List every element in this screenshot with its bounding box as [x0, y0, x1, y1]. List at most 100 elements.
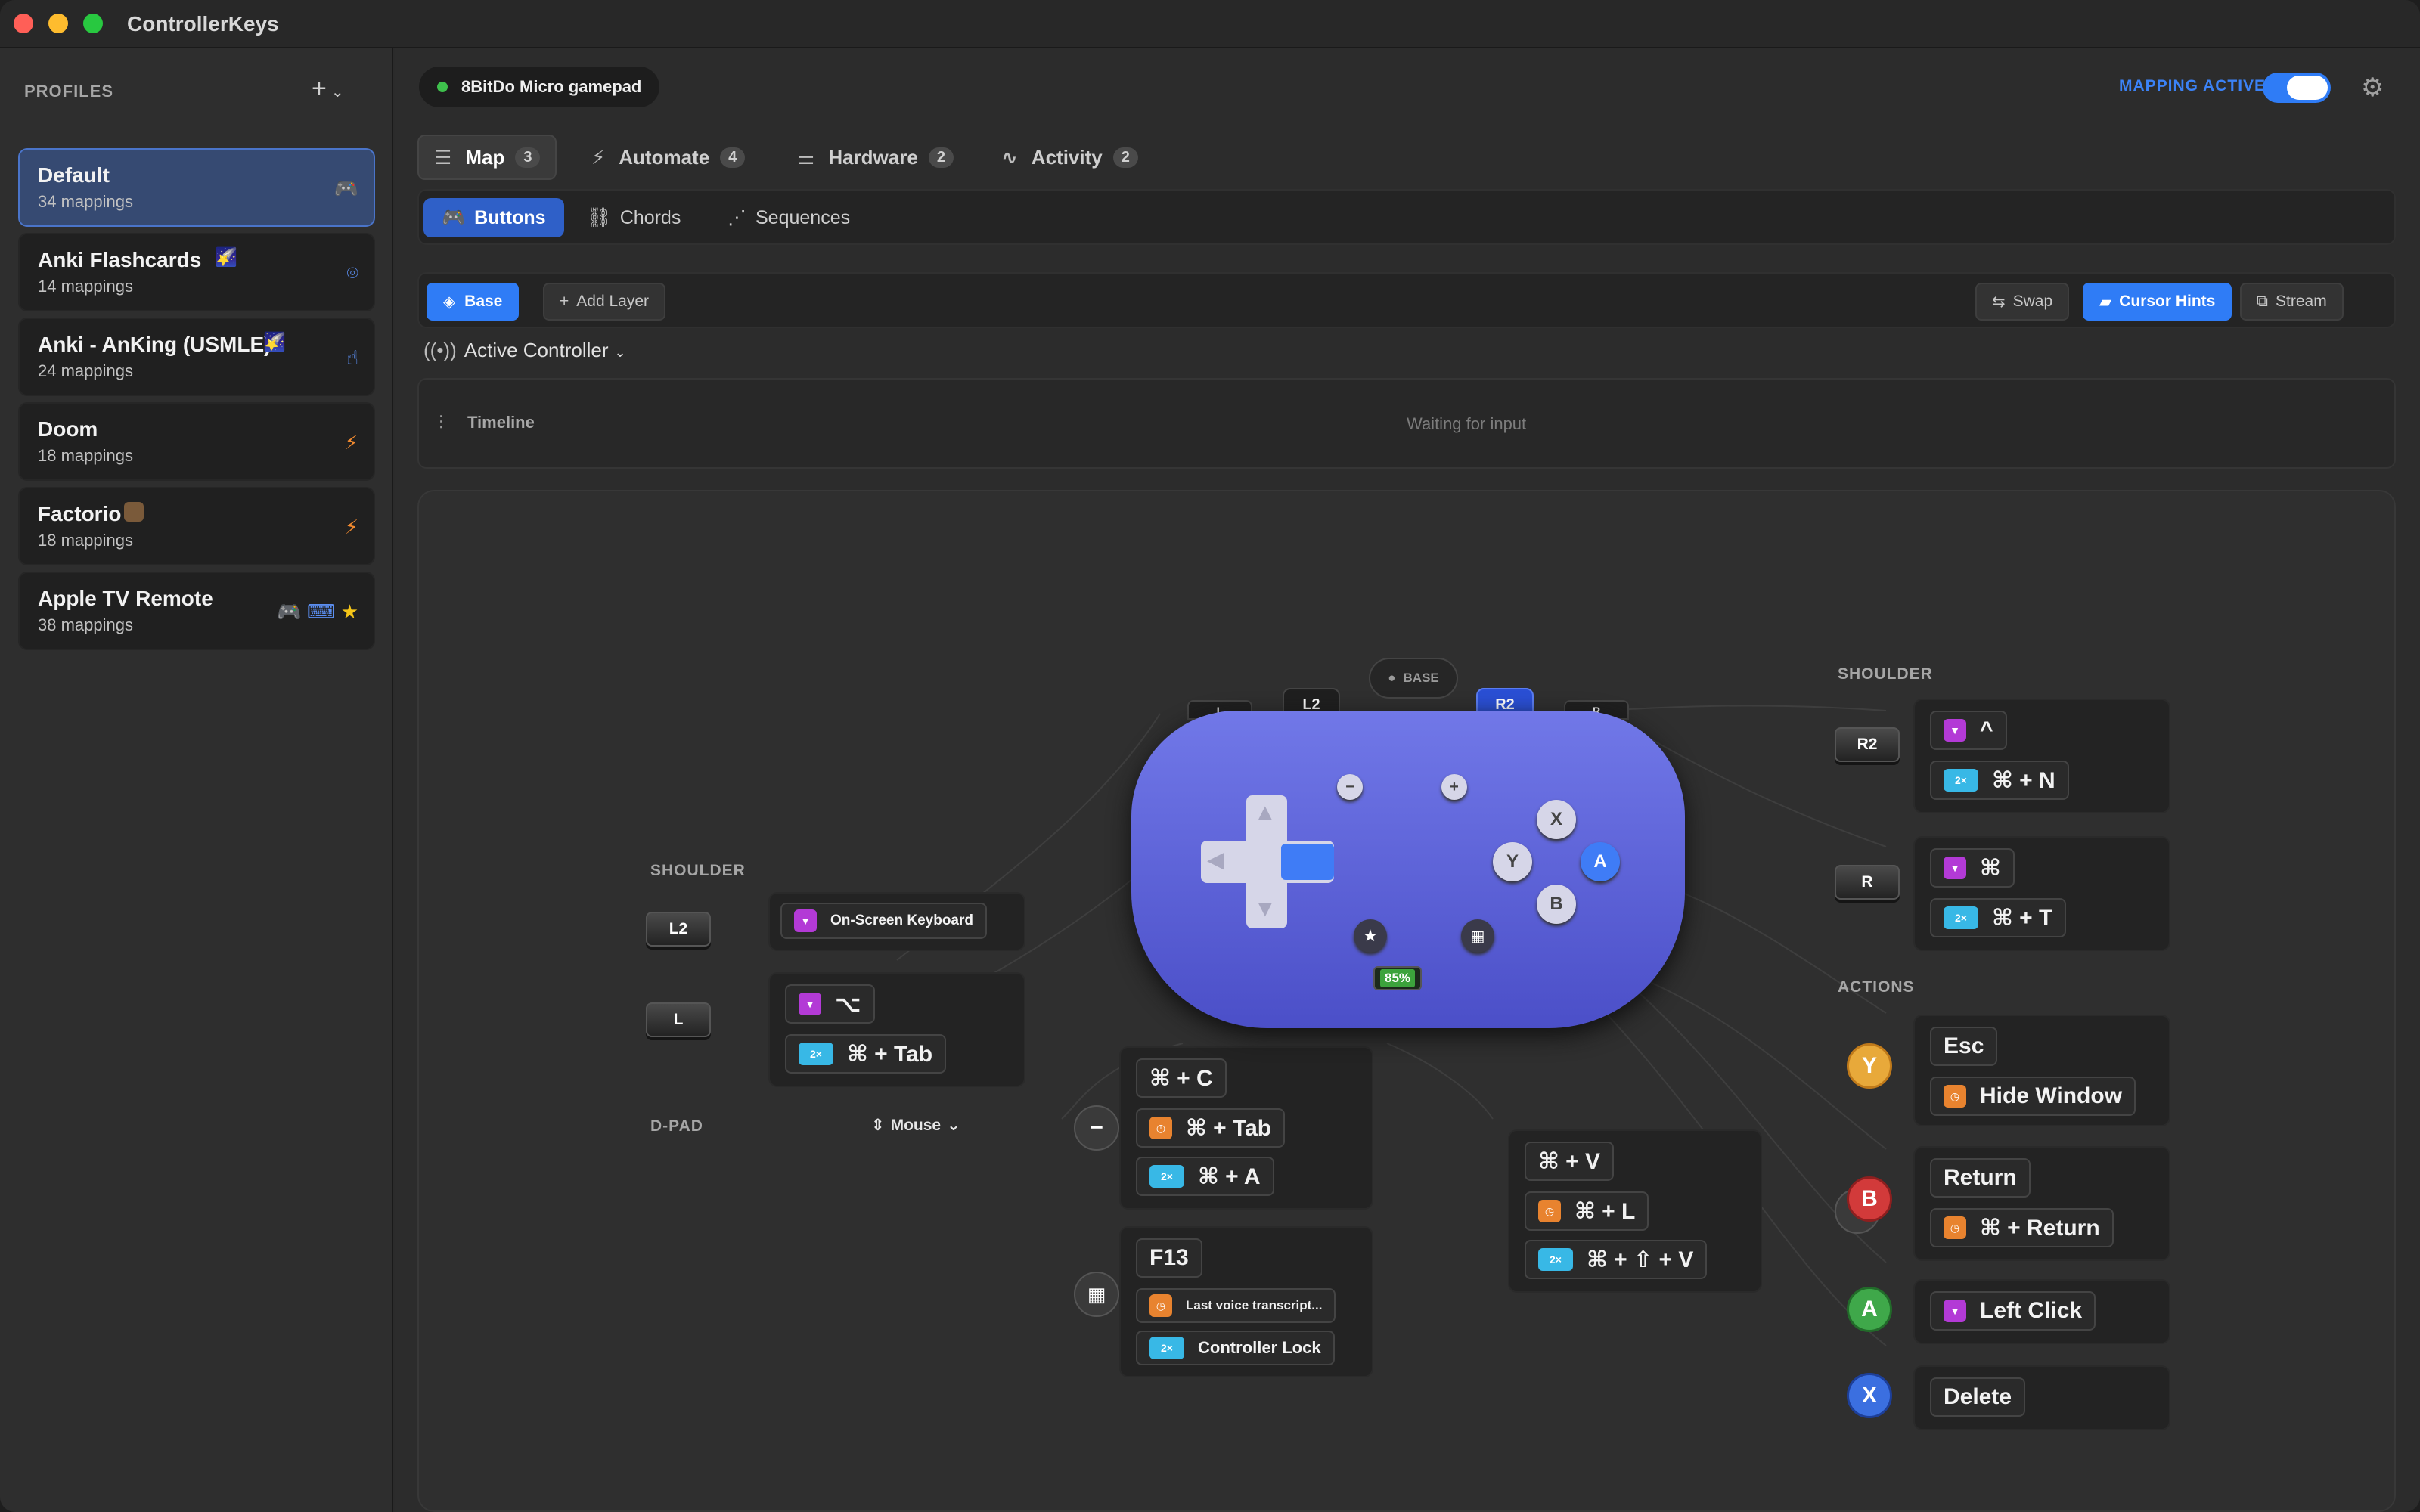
- tab-automate[interactable]: ⚡ Automate 4: [576, 135, 760, 180]
- actions-title: ACTIONS: [1838, 978, 1915, 996]
- long-press-icon: ◷: [1150, 1117, 1172, 1139]
- y-button-icon[interactable]: Y: [1847, 1043, 1892, 1089]
- dpad-mode-select[interactable]: ⇕ Mouse ⌄: [871, 1116, 960, 1135]
- stream-button[interactable]: ⧉ Stream: [2240, 283, 2344, 321]
- key-l2[interactable]: L2: [646, 912, 711, 947]
- mapping-chip[interactable]: ⌘ + V: [1525, 1142, 1615, 1181]
- minus-button-icon[interactable]: −: [1074, 1105, 1119, 1151]
- mapping-chip[interactable]: ◷ Hide Window: [1930, 1077, 2136, 1116]
- timeline-panel: ⫶ Timeline Waiting for input: [417, 378, 2396, 469]
- pad-star-button[interactable]: ★: [1354, 919, 1387, 953]
- tab-activity[interactable]: ∿ Activity 2: [986, 135, 1153, 180]
- active-controller-select[interactable]: ((•)) Active Controller ⌄: [424, 339, 626, 362]
- device-name: 8BitDo Micro gamepad: [461, 77, 642, 96]
- subtab-chords[interactable]: ⛓ Chords: [569, 198, 699, 237]
- pad-x-button[interactable]: X: [1537, 800, 1576, 839]
- mapping-chip[interactable]: ▼ On-Screen Keyboard: [780, 903, 987, 939]
- x-mapping-card[interactable]: Delete: [1913, 1365, 2170, 1430]
- mapping-chip[interactable]: Delete: [1930, 1377, 2026, 1417]
- l2-mapping-card[interactable]: ▼ On-Screen Keyboard: [768, 892, 1025, 951]
- swap-button[interactable]: ⇆ Swap: [1975, 283, 2070, 321]
- mapping-chip[interactable]: 2× ⌘ + ⇧ + V: [1525, 1240, 1708, 1279]
- waveform-icon: ⫶: [439, 411, 444, 434]
- mapping-chip[interactable]: Return: [1930, 1158, 2031, 1198]
- mapping-chip[interactable]: ▼ ^: [1930, 711, 2007, 750]
- minimize-window-button[interactable]: [48, 14, 68, 33]
- key-r[interactable]: R: [1835, 865, 1900, 900]
- mapping-chip[interactable]: ◷ ⌘ + L: [1525, 1191, 1649, 1231]
- long-press-icon: ◷: [1538, 1200, 1561, 1222]
- pad-y-button[interactable]: Y: [1493, 842, 1532, 881]
- subtab-sequences[interactable]: ⋰ Sequences: [709, 198, 868, 237]
- mapping-chip[interactable]: ▼ ⌘: [1930, 848, 2015, 888]
- stream-icon: ⧉: [2257, 293, 2268, 310]
- gamepad-icon: 🎮: [334, 177, 358, 200]
- mapping-active-label: MAPPING ACTIVE: [2119, 77, 2266, 94]
- profile-item-apple-tv-remote[interactable]: Apple TV Remote 38 mappings 🎮 ⌨ ★: [18, 572, 375, 650]
- mapping-chip[interactable]: 2× ⌘ + A: [1136, 1157, 1274, 1196]
- mapping-chip[interactable]: F13: [1136, 1238, 1202, 1278]
- base-layer-button[interactable]: ◈ Base: [427, 283, 520, 321]
- l-mapping-card[interactable]: ▼ ⌥ 2× ⌘ + Tab: [768, 972, 1025, 1087]
- hold-icon: ▼: [1944, 1300, 1966, 1322]
- r-mapping-card[interactable]: ▼ ⌘ 2× ⌘ + T: [1913, 836, 2170, 951]
- mapping-chip[interactable]: ▼ Left Click: [1930, 1291, 2096, 1331]
- y-mapping-card[interactable]: Esc ◷ Hide Window: [1913, 1015, 2170, 1126]
- mapping-chip[interactable]: ⌘ + C: [1136, 1058, 1227, 1098]
- tab-map[interactable]: ☰ Map 3: [417, 135, 557, 180]
- b-mapping-card[interactable]: Return ◷ ⌘ + Return: [1913, 1146, 2170, 1261]
- x-button-icon[interactable]: X: [1847, 1373, 1892, 1418]
- mapping-chip[interactable]: 2× ⌘ + N: [1930, 761, 2069, 800]
- home-button-icon[interactable]: ▦: [1074, 1272, 1119, 1317]
- add-profile-button[interactable]: + ⌄: [312, 76, 344, 101]
- profile-icons: 🎮 ⌨ ★: [277, 600, 358, 624]
- double-tap-icon: 2×: [1150, 1337, 1184, 1359]
- profile-item-factorio[interactable]: Factorio 18 mappings ⚡: [18, 487, 375, 565]
- pad-b-button[interactable]: B: [1537, 885, 1576, 924]
- tab-count: 3: [515, 147, 541, 168]
- sliders-icon: ☰: [434, 145, 452, 169]
- pad-home-button[interactable]: ▦: [1461, 919, 1494, 953]
- mapping-chip[interactable]: Esc: [1930, 1027, 1998, 1066]
- mapping-chip[interactable]: 2× ⌘ + T: [1930, 898, 2067, 937]
- plus-mapping-card[interactable]: ⌘ + V ◷ ⌘ + L 2× ⌘ + ⇧ + V: [1508, 1129, 1762, 1293]
- gear-icon[interactable]: ⚙: [2361, 73, 2384, 103]
- a-mapping-card[interactable]: ▼ Left Click: [1913, 1279, 2170, 1344]
- mapping-active-toggle[interactable]: [2263, 73, 2331, 103]
- cursor-hints-button[interactable]: ▰ Cursor Hints: [2083, 283, 2232, 321]
- mapping-chip[interactable]: ◷ ⌘ + Return: [1930, 1208, 2114, 1247]
- profile-item-doom[interactable]: Doom 18 mappings ⚡: [18, 402, 375, 481]
- key-r2[interactable]: R2: [1835, 727, 1900, 762]
- pad-minus-button[interactable]: −: [1337, 774, 1363, 800]
- dpad-right-active[interactable]: [1281, 844, 1334, 880]
- pad-plus-button[interactable]: +: [1441, 774, 1467, 800]
- lightning-icon: ⚡: [344, 431, 358, 454]
- profiles-header: PROFILES: [24, 82, 114, 101]
- mapping-chip[interactable]: 2× ⌘ + Tab: [785, 1034, 947, 1074]
- a-button-icon[interactable]: A: [1847, 1287, 1892, 1332]
- hold-icon: ▼: [799, 993, 821, 1015]
- profile-item-anki[interactable]: Anki Flashcards 🌠 14 mappings ⌾: [18, 233, 375, 311]
- mapping-chip[interactable]: 2× Controller Lock: [1136, 1331, 1335, 1365]
- profile-item-anking[interactable]: Anki - AnKing (USMLE) 🌠 24 mappings ☝: [18, 318, 375, 396]
- profile-item-default[interactable]: Default 34 mappings 🎮: [18, 148, 375, 227]
- mapping-chip[interactable]: ◷ Last voice transcript...: [1136, 1288, 1336, 1323]
- minus-mapping-card[interactable]: ⌘ + C ◷ ⌘ + Tab 2× ⌘ + A: [1119, 1046, 1373, 1210]
- key-l[interactable]: L: [646, 1002, 711, 1037]
- arrow-left-icon: ◀: [1207, 847, 1225, 872]
- zoom-window-button[interactable]: [83, 14, 103, 33]
- pad-a-button[interactable]: A: [1581, 842, 1620, 881]
- device-pill[interactable]: 8BitDo Micro gamepad: [419, 67, 660, 107]
- add-layer-button[interactable]: + Add Layer: [543, 283, 666, 321]
- home-mapping-card[interactable]: F13 ◷ Last voice transcript... 2× Controll…: [1119, 1226, 1373, 1377]
- tab-hardware[interactable]: ⚌ Hardware 2: [782, 135, 969, 180]
- mapping-chip[interactable]: ▼ ⌥: [785, 984, 875, 1024]
- close-window-button[interactable]: [14, 14, 33, 33]
- mapping-chip[interactable]: ◷ ⌘ + Tab: [1136, 1108, 1286, 1148]
- b-button-icon[interactable]: B: [1847, 1176, 1892, 1222]
- anki-app-icon: 🌠: [263, 332, 286, 352]
- r2-mapping-card[interactable]: ▼ ^ 2× ⌘ + N: [1913, 699, 2170, 813]
- subtab-buttons[interactable]: 🎮 Buttons: [424, 198, 564, 237]
- main-content: 8BitDo Micro gamepad MAPPING ACTIVE ⚙ ☰ M…: [395, 48, 2420, 1512]
- gamepad-icon: 🎮: [442, 206, 466, 228]
